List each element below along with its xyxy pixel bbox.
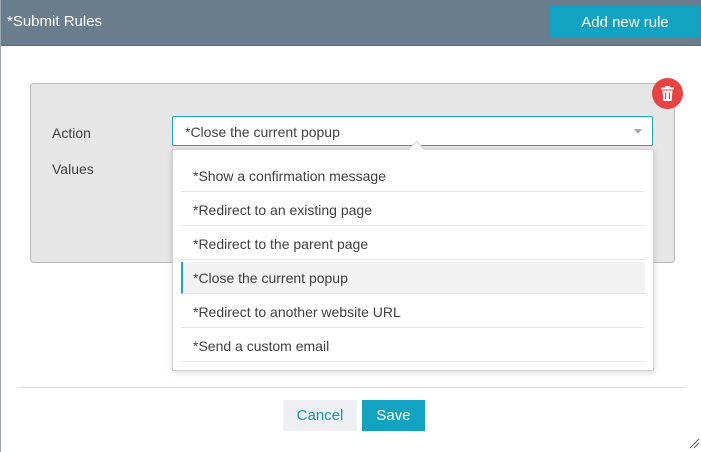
- cancel-button[interactable]: Cancel: [283, 400, 357, 431]
- dropdown-option-redirect-parent-page[interactable]: *Redirect to the parent page: [181, 228, 645, 260]
- dropdown-option-redirect-website-url[interactable]: *Redirect to another website URL: [181, 296, 645, 328]
- trash-icon: [661, 86, 674, 101]
- action-select[interactable]: *Close the current popup: [172, 116, 653, 146]
- action-select-value: *Close the current popup: [185, 124, 340, 140]
- action-label: Action: [52, 125, 91, 141]
- dropdown-option-show-confirmation[interactable]: *Show a confirmation message: [181, 160, 645, 192]
- footer-divider: [19, 387, 686, 388]
- action-dropdown-menu: *Show a confirmation message *Redirect t…: [172, 149, 654, 371]
- caret-down-icon: [634, 129, 642, 134]
- delete-rule-button[interactable]: [652, 78, 683, 109]
- submit-rules-dialog: *Submit Rules Add new rule Action Values…: [0, 0, 701, 452]
- add-new-rule-button[interactable]: Add new rule: [550, 6, 700, 38]
- dropdown-option-redirect-existing-page[interactable]: *Redirect to an existing page: [181, 194, 645, 226]
- save-button[interactable]: Save: [362, 400, 425, 431]
- dropdown-option-send-custom-email[interactable]: *Send a custom email: [181, 330, 645, 362]
- dialog-title: *Submit Rules: [7, 13, 103, 30]
- resize-grip-icon[interactable]: [689, 438, 700, 449]
- dialog-header: *Submit Rules Add new rule: [1, 0, 701, 46]
- values-label: Values: [52, 161, 94, 177]
- dropdown-option-close-popup[interactable]: *Close the current popup: [181, 262, 645, 294]
